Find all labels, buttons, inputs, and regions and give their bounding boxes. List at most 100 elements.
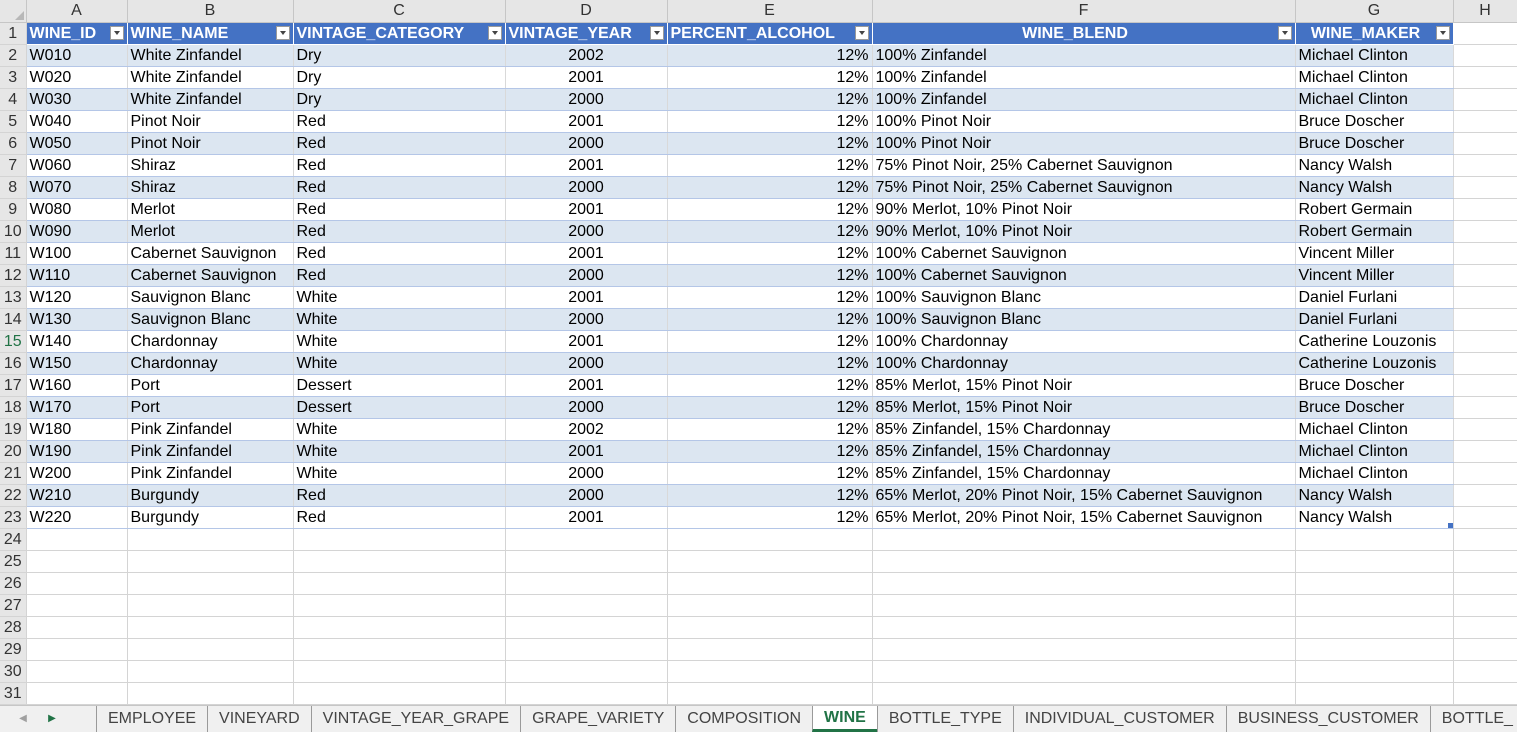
cell[interactable] bbox=[1453, 132, 1517, 155]
row-header[interactable]: 7 bbox=[0, 154, 27, 177]
row-header[interactable]: 21 bbox=[0, 462, 27, 485]
row-header[interactable]: 15 bbox=[0, 330, 27, 353]
cell[interactable]: 2000 bbox=[505, 352, 668, 375]
cell[interactable]: W060 bbox=[26, 154, 128, 177]
row-header[interactable]: 31 bbox=[0, 682, 27, 705]
cell[interactable]: Nancy Walsh bbox=[1295, 176, 1454, 199]
cell[interactable]: 12% bbox=[667, 110, 873, 133]
triangle-right-icon[interactable]: ▶ bbox=[43, 710, 61, 728]
cell[interactable]: 100% Sauvignon Blanc bbox=[872, 308, 1296, 331]
filter-dropdown-icon[interactable] bbox=[854, 26, 869, 40]
header-cell-vintage-year[interactable]: VINTAGE_YEAR bbox=[505, 22, 668, 45]
cell[interactable] bbox=[1453, 242, 1517, 265]
cell[interactable]: W090 bbox=[26, 220, 128, 243]
cell[interactable]: 90% Merlot, 10% Pinot Noir bbox=[872, 220, 1296, 243]
cell[interactable]: 2000 bbox=[505, 220, 668, 243]
cell[interactable]: 12% bbox=[667, 308, 873, 331]
cell[interactable]: W080 bbox=[26, 198, 128, 221]
cell[interactable] bbox=[505, 528, 668, 551]
cell[interactable]: 85% Zinfandel, 15% Chardonnay bbox=[872, 462, 1296, 485]
cell[interactable] bbox=[26, 528, 128, 551]
cell[interactable] bbox=[293, 594, 506, 617]
cell[interactable] bbox=[1453, 418, 1517, 441]
cell[interactable]: 12% bbox=[667, 440, 873, 463]
cell[interactable]: 85% Zinfandel, 15% Chardonnay bbox=[872, 440, 1296, 463]
cell[interactable] bbox=[1453, 396, 1517, 419]
cell[interactable]: 2001 bbox=[505, 66, 668, 89]
cell[interactable]: 12% bbox=[667, 88, 873, 111]
cell[interactable]: 2001 bbox=[505, 110, 668, 133]
select-all-button[interactable] bbox=[0, 0, 27, 23]
cell[interactable]: 12% bbox=[667, 506, 873, 529]
row-header[interactable]: 4 bbox=[0, 88, 27, 111]
filter-dropdown-icon[interactable] bbox=[1435, 26, 1450, 40]
cell[interactable]: 2000 bbox=[505, 396, 668, 419]
cell[interactable] bbox=[872, 572, 1296, 595]
cell[interactable] bbox=[1453, 264, 1517, 287]
cell[interactable]: Chardonnay bbox=[127, 330, 294, 353]
sheet-tab-individual-customer[interactable]: INDIVIDUAL_CUSTOMER bbox=[1012, 706, 1226, 732]
cell[interactable]: 100% Cabernet Sauvignon bbox=[872, 242, 1296, 265]
cell[interactable] bbox=[1453, 682, 1517, 705]
cell[interactable] bbox=[1453, 44, 1517, 67]
cell[interactable] bbox=[293, 682, 506, 705]
worksheet[interactable]: A B C D E F G H 1 WINE_ID WINE_NAME VINTAGE_CATEGOR… bbox=[0, 0, 1517, 705]
cell[interactable]: W210 bbox=[26, 484, 128, 507]
cell[interactable] bbox=[505, 550, 668, 573]
sheet-tab-business-customer[interactable]: BUSINESS_CUSTOMER bbox=[1225, 706, 1430, 732]
cell[interactable]: 12% bbox=[667, 176, 873, 199]
cell[interactable]: 2000 bbox=[505, 308, 668, 331]
cell[interactable]: 12% bbox=[667, 264, 873, 287]
cell[interactable]: Pink Zinfandel bbox=[127, 440, 294, 463]
sheet-tab-vineyard[interactable]: VINEYARD bbox=[207, 706, 311, 732]
cell[interactable] bbox=[1453, 352, 1517, 375]
column-header-e[interactable]: E bbox=[667, 0, 873, 23]
cell[interactable]: W020 bbox=[26, 66, 128, 89]
cell[interactable]: Sauvignon Blanc bbox=[127, 286, 294, 309]
cell[interactable]: 2001 bbox=[505, 374, 668, 397]
cell[interactable] bbox=[127, 682, 294, 705]
row-header[interactable]: 8 bbox=[0, 176, 27, 199]
cell[interactable]: Vincent Miller bbox=[1295, 264, 1454, 287]
cell[interactable]: 2001 bbox=[505, 198, 668, 221]
cell[interactable]: Bruce Doscher bbox=[1295, 110, 1454, 133]
cell[interactable] bbox=[1453, 88, 1517, 111]
cell[interactable] bbox=[1453, 308, 1517, 331]
cell[interactable]: 12% bbox=[667, 330, 873, 353]
cell[interactable] bbox=[293, 550, 506, 573]
row-header[interactable]: 6 bbox=[0, 132, 27, 155]
row-header[interactable]: 13 bbox=[0, 286, 27, 309]
cell[interactable] bbox=[667, 594, 873, 617]
cell[interactable]: Michael Clinton bbox=[1295, 66, 1454, 89]
cell[interactable]: W180 bbox=[26, 418, 128, 441]
cell[interactable]: 12% bbox=[667, 462, 873, 485]
cell[interactable] bbox=[26, 594, 128, 617]
filter-dropdown-icon[interactable] bbox=[275, 26, 290, 40]
cell[interactable]: 12% bbox=[667, 396, 873, 419]
cell[interactable]: W130 bbox=[26, 308, 128, 331]
cell[interactable]: Michael Clinton bbox=[1295, 440, 1454, 463]
cell[interactable]: Catherine Louzonis bbox=[1295, 352, 1454, 375]
row-header[interactable]: 19 bbox=[0, 418, 27, 441]
table-resize-handle[interactable] bbox=[1447, 523, 1452, 528]
row-header[interactable]: 18 bbox=[0, 396, 27, 419]
cell[interactable]: Sauvignon Blanc bbox=[127, 308, 294, 331]
cell[interactable]: 65% Merlot, 20% Pinot Noir, 15% Cabernet… bbox=[872, 484, 1296, 507]
column-header-d[interactable]: D bbox=[505, 0, 668, 23]
cell[interactable]: Red bbox=[293, 264, 506, 287]
cell[interactable] bbox=[872, 528, 1296, 551]
cell[interactable] bbox=[1295, 550, 1454, 573]
cell[interactable]: W030 bbox=[26, 88, 128, 111]
column-header-h[interactable]: H bbox=[1453, 0, 1517, 23]
cell[interactable]: 2001 bbox=[505, 330, 668, 353]
sheet-tab-employee[interactable]: EMPLOYEE bbox=[96, 706, 207, 732]
cell[interactable]: W150 bbox=[26, 352, 128, 375]
cell[interactable]: Pinot Noir bbox=[127, 110, 294, 133]
cell[interactable] bbox=[1295, 660, 1454, 683]
cell[interactable] bbox=[667, 638, 873, 661]
cell[interactable] bbox=[1453, 660, 1517, 683]
column-header-g[interactable]: G bbox=[1295, 0, 1454, 23]
cell[interactable]: 2000 bbox=[505, 132, 668, 155]
cell[interactable]: Pink Zinfandel bbox=[127, 462, 294, 485]
cell[interactable] bbox=[26, 660, 128, 683]
